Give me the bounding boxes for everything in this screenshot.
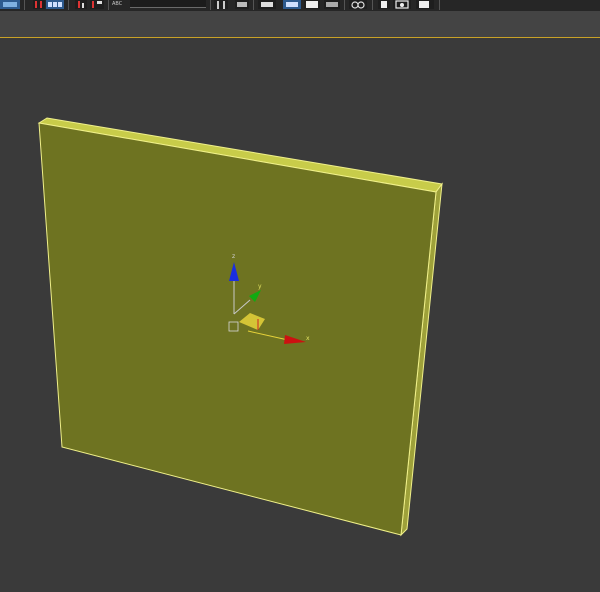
mirror-icon [217,1,225,9]
render-button[interactable] [416,0,434,9]
render-setup-icon [381,1,387,8]
gizmo-z-label: z [232,253,235,260]
curve-editor-button[interactable] [304,0,320,9]
rendered-frame-button[interactable] [393,0,411,9]
unlink-icon [48,2,62,7]
layer-manager-button[interactable] [258,0,276,9]
selection-filter-button[interactable] [90,0,104,9]
viewport-scene: z y x [37,117,443,537]
toolbar-separator [68,0,69,10]
bind-to-space-warp-button[interactable] [75,0,87,9]
curve-editor-icon [306,1,318,8]
material-editor-icon [351,1,365,9]
select-and-link-icon [35,1,42,8]
text-field-label: ABC [112,1,123,7]
toolbar-separator [108,0,109,10]
schematic-view-button[interactable] [324,0,340,9]
toggle-ribbon-button[interactable] [283,0,301,9]
render-icon [419,1,429,8]
named-selection-field[interactable] [130,0,206,8]
select-and-link-button[interactable] [33,0,45,9]
main-toolbar: ABC [0,0,600,11]
toolbar-separator [253,0,254,10]
rendered-frame-icon [395,0,409,9]
schematic-view-icon [326,2,338,7]
mirror-button[interactable] [214,0,228,9]
toolbar-separator [344,0,345,10]
toolbar-separator [372,0,373,10]
toolbar-separator [210,0,211,10]
toolbar-area [0,11,600,37]
gizmo-y-label: y [258,283,262,290]
render-setup-button[interactable] [378,0,390,9]
space-warp-icon [78,1,84,8]
toolbar-separator [24,0,25,10]
perspective-viewport[interactable]: z y x [0,38,600,592]
box-front-face[interactable] [38,122,437,536]
viewport-layout-icon [3,2,17,7]
toggle-ribbon-icon [286,2,298,7]
viewport-layout-button[interactable] [0,0,20,9]
material-editor-button[interactable] [349,0,367,9]
unlink-button[interactable] [46,0,64,9]
selection-filter-icon [92,1,102,8]
gizmo-x-label: x [306,335,310,342]
toolbar-separator [439,0,440,10]
layer-manager-icon [261,2,273,7]
align-button[interactable] [235,0,249,9]
align-icon [237,2,247,7]
